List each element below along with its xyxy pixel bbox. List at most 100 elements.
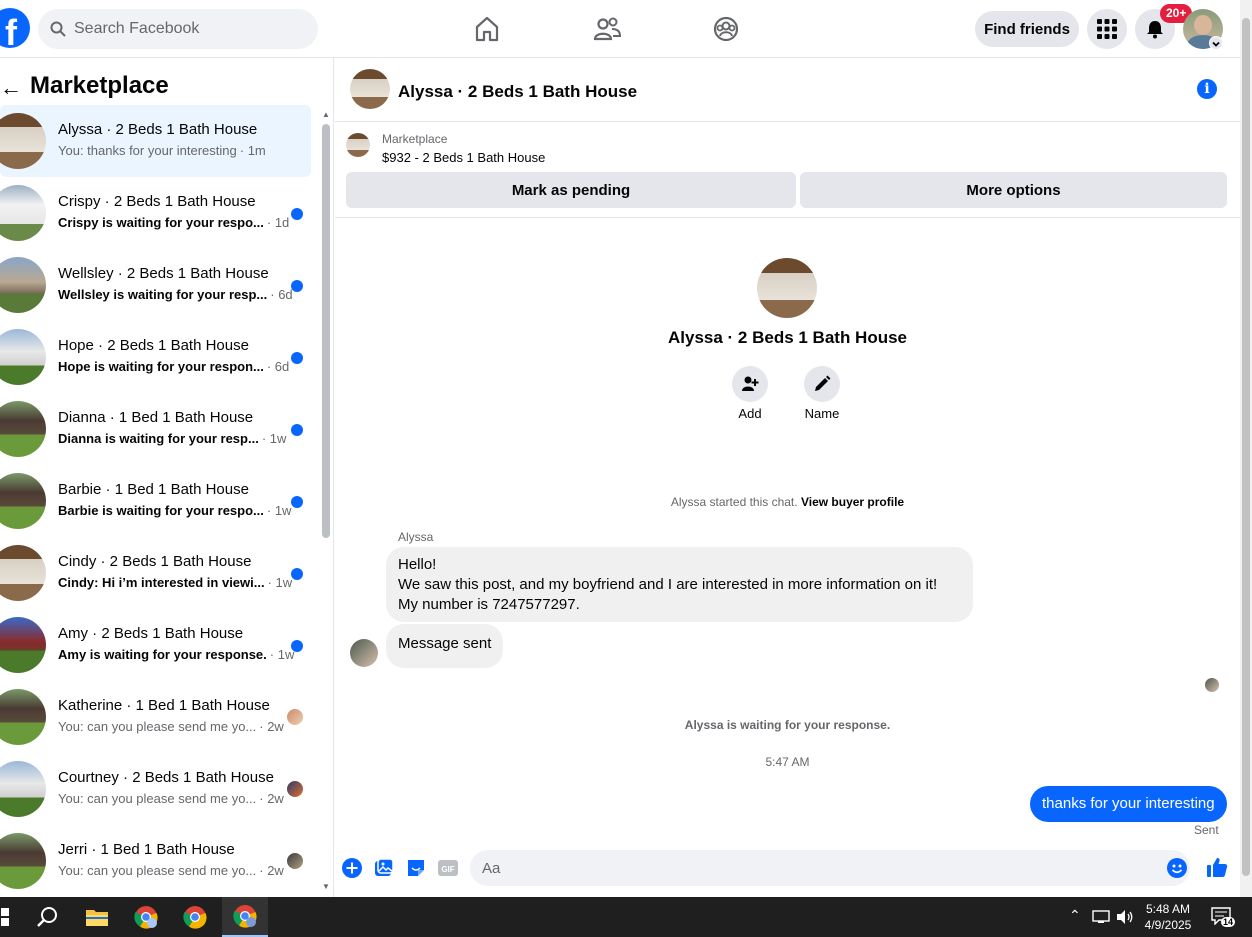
chat-panel: Alyssa · 2 Beds 1 Bath House i Marketpla… [335, 58, 1240, 897]
friends-icon[interactable] [592, 14, 622, 44]
system-clock[interactable]: 5:48 AM 4/9/2025 [1140, 901, 1196, 933]
conversation-thumbnail [0, 689, 46, 745]
outgoing-message-text: thanks for your interesting [1042, 795, 1215, 812]
listing-thumbnail[interactable] [346, 133, 370, 157]
outgoing-message-bubble[interactable]: thanks for your interesting [1030, 786, 1227, 822]
conversation-profile-avatar[interactable] [757, 258, 817, 318]
conversation-item[interactable]: Cindy · 2 Beds 1 Bath House Cindy: Hi i’m… [0, 537, 311, 609]
facebook-logo[interactable]: f [0, 8, 30, 48]
conversation-scrollbar-thumb[interactable] [322, 124, 330, 538]
page-scrollbar[interactable] [1240, 0, 1252, 897]
conversation-profile-name: Alyssa · 2 Beds 1 Bath House [667, 328, 908, 347]
listing-price[interactable]: $932 - 2 Beds 1 Bath House [382, 150, 545, 165]
scroll-down-arrow[interactable]: ▼ [322, 882, 330, 891]
chrome-icon [183, 906, 207, 929]
conversation-item[interactable]: Barbie · 1 Bed 1 Bath House Barbie is wai… [0, 465, 311, 537]
conversation-preview: You: can you please send me yo... · 2w [58, 791, 284, 806]
seen-avatar [287, 781, 303, 797]
conversation-preview: Wellsley is waiting for your resp... · 6d [58, 287, 293, 302]
conversation-time: · 2w [259, 791, 284, 806]
unread-dot [291, 424, 303, 436]
chat-title[interactable]: Alyssa · 2 Beds 1 Bath House [398, 82, 637, 102]
file-explorer-button[interactable] [75, 897, 119, 937]
conversation-item[interactable]: Courtney · 2 Beds 1 Bath House You: can y… [0, 753, 311, 825]
mark-as-pending-button[interactable]: Mark as pending [346, 172, 796, 208]
conversation-item[interactable]: Dianna · 1 Bed 1 Bath House Dianna is wai… [0, 393, 311, 465]
message-timestamp: 5:47 AM [765, 755, 810, 769]
sticker-icon[interactable] [406, 858, 426, 878]
conversation-time: · 1m [239, 143, 266, 158]
chat-start-notice: Alyssa started this chat. View buyer pro… [335, 495, 1240, 509]
conversation-thumbnail [0, 833, 46, 889]
message-input-box[interactable] [470, 850, 1190, 886]
conversation-preview: Cindy: Hi i’m interested in viewi... · 1w [58, 575, 292, 590]
conversation-name: Hope · 2 Beds 1 Bath House [58, 337, 249, 354]
conversation-item[interactable]: Hope · 2 Beds 1 Bath House Hope is waitin… [0, 321, 311, 393]
unread-dot [291, 352, 303, 364]
notification-center-button[interactable]: 14 [1211, 907, 1236, 928]
conversation-name: Amy · 2 Beds 1 Bath House [58, 625, 244, 642]
seen-avatar [287, 709, 303, 725]
conversation-preview: Crispy is waiting for your respo... · 1d [58, 215, 289, 230]
pencil-icon [815, 375, 831, 391]
view-buyer-profile-link[interactable]: View buyer profile [801, 495, 904, 509]
add-people-action[interactable]: Add [720, 366, 780, 421]
conversation-thumbnail [0, 617, 46, 673]
show-hidden-icons-chevron[interactable]: ⌃ [1069, 907, 1081, 924]
panel-title: Marketplace [30, 72, 169, 99]
conversation-name: Jerri · 1 Bed 1 Bath House [58, 841, 235, 858]
chrome-profile-button-active[interactable] [222, 897, 268, 937]
conversation-item[interactable]: Crispy · 2 Beds 1 Bath House Crispy is wa… [0, 177, 311, 249]
gif-icon[interactable]: GIF [438, 858, 458, 878]
info-icon[interactable]: i [1197, 79, 1217, 99]
conversation-preview: Dianna is waiting for your resp... · 1w [58, 431, 286, 446]
start-button[interactable] [0, 897, 12, 937]
conversation-item[interactable]: Alyssa · 2 Beds 1 Bath House You: thanks … [0, 105, 311, 177]
page-scrollbar-thumb[interactable] [1242, 18, 1250, 876]
conversation-item[interactable]: Wellsley · 2 Beds 1 Bath House Wellsley i… [0, 249, 311, 321]
conversation-preview-text: Amy is waiting for your response. [58, 647, 267, 662]
conversation-preview-text: Dianna is waiting for your resp... [58, 431, 259, 446]
chrome-icon [134, 906, 158, 929]
message-input[interactable] [470, 850, 1150, 886]
more-options-button[interactable]: More options [800, 172, 1227, 208]
conversation-preview-text: Hope is waiting for your respon... [58, 359, 264, 374]
account-chevron[interactable] [1209, 36, 1223, 50]
conversation-item[interactable]: Katherine · 1 Bed 1 Bath House You: can y… [0, 681, 311, 753]
conversation-time: · 6d [270, 287, 293, 302]
incoming-message-bubble[interactable]: Hello! We saw this post, and my boyfrien… [386, 547, 973, 622]
chrome-button[interactable] [173, 897, 217, 937]
find-friends-button[interactable]: Find friends [975, 11, 1079, 47]
home-icon[interactable] [472, 14, 502, 44]
emoji-icon[interactable] [1167, 858, 1187, 878]
edit-name-action[interactable]: Name [792, 366, 852, 421]
conversation-preview: You: thanks for your interesting · 1m [58, 143, 266, 158]
name-label: Name [804, 406, 840, 421]
thumbs-up-icon[interactable] [1206, 856, 1228, 878]
avatar-face [1194, 15, 1212, 35]
conversation-item[interactable]: Amy · 2 Beds 1 Bath House Amy is waiting … [0, 609, 311, 681]
conversation-item[interactable]: Jerri · 1 Bed 1 Bath House You: can you p… [0, 825, 311, 897]
conversation-scrollbar[interactable] [322, 110, 330, 890]
conversation-preview-text: You: can you please send me yo... [58, 719, 257, 734]
conversation-name: Cindy · 2 Beds 1 Bath House [58, 553, 252, 570]
taskbar-search-button[interactable] [25, 897, 69, 937]
volume-icon[interactable] [1116, 909, 1134, 925]
search-box[interactable]: Search Facebook [38, 9, 318, 49]
menu-button[interactable] [1087, 9, 1127, 49]
groups-icon[interactable] [711, 14, 741, 44]
chrome-profile-button-1[interactable] [124, 897, 168, 937]
bell-icon [1147, 21, 1163, 39]
sender-avatar[interactable] [350, 639, 378, 667]
chat-avatar[interactable] [350, 69, 390, 109]
plus-circle-icon[interactable] [342, 858, 362, 878]
message-sender-name: Alyssa [398, 530, 434, 544]
message-sent-bubble[interactable]: Message sent [386, 624, 504, 668]
back-arrow-icon[interactable]: ← [0, 75, 22, 101]
network-icon[interactable] [1092, 909, 1110, 925]
message-sent-text: Message sent [398, 635, 492, 652]
scroll-up-arrow[interactable]: ▲ [322, 110, 330, 119]
add-label: Add [738, 406, 762, 421]
photo-icon[interactable] [374, 858, 394, 878]
conversation-thumbnail [0, 257, 46, 313]
